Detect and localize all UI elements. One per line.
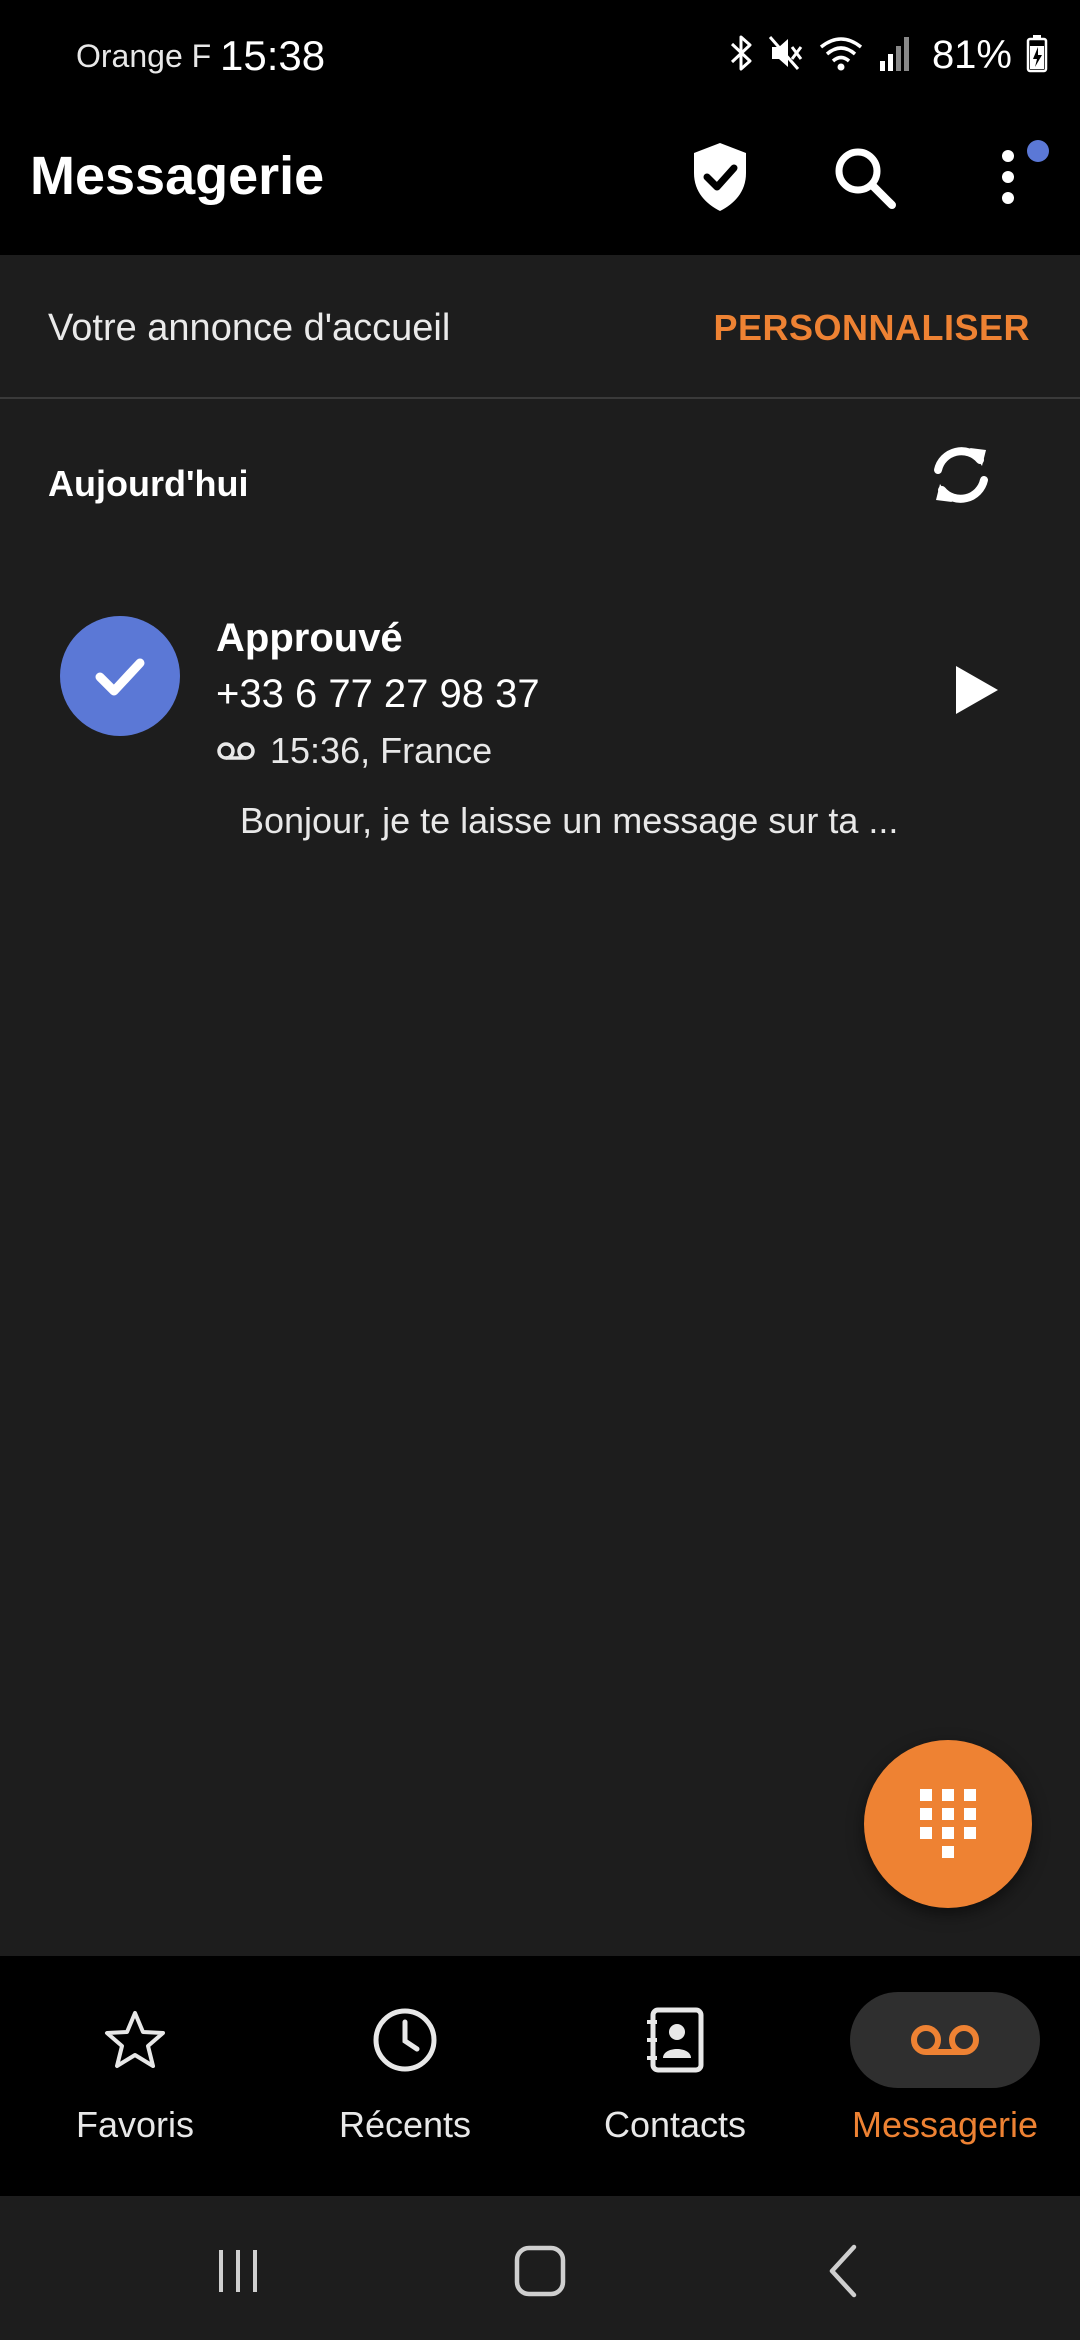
play-icon[interactable]: [952, 662, 1002, 718]
carrier-name: Orange F: [76, 38, 212, 74]
more-vert-icon[interactable]: [995, 143, 1025, 213]
nav-icon-wrap: [40, 1992, 230, 2088]
status-bar: Orange F 15:38 81%: [0, 0, 1080, 115]
shield-check-icon[interactable]: [688, 140, 752, 214]
nav-icon-wrap: [310, 1992, 500, 2088]
voicemail-meta: 15:36, France: [216, 730, 492, 772]
dialpad-button[interactable]: [864, 1740, 1032, 1908]
section-header: Aujourd'hui: [0, 400, 1080, 570]
voicemail-preview: Bonjour, je te laisse un message sur ta …: [240, 800, 899, 841]
nav-label-recents: Récents: [338, 2104, 472, 2145]
status-icons: 81%: [728, 30, 1048, 80]
caller-number: +33 6 77 27 98 37: [216, 672, 540, 716]
caller-name: Approuvé: [216, 616, 403, 660]
home-icon: [514, 2245, 566, 2297]
notification-dot: [1027, 140, 1049, 162]
voicemail-icon: [216, 730, 256, 772]
signal-icon: [878, 33, 912, 78]
recent-apps-icon: [219, 2250, 257, 2292]
wifi-icon: [818, 33, 864, 78]
bluetooth-icon: [728, 33, 754, 78]
contacts-icon: [647, 2007, 704, 2073]
nav-icon-wrap: [580, 1992, 770, 2088]
customize-button[interactable]: PERSONNALISER: [713, 307, 1030, 349]
greeting-label: Votre annonce d'accueil: [48, 307, 451, 349]
search-icon[interactable]: [830, 143, 898, 211]
nav-item-messagerie[interactable]: Messagerie: [810, 1956, 1080, 2196]
battery-icon: [1026, 33, 1048, 78]
app-bar: Messagerie: [0, 115, 1080, 255]
avatar[interactable]: [60, 616, 180, 736]
voicemail-item[interactable]: Approuvé +33 6 77 27 98 37 15:36, France…: [0, 600, 1080, 860]
check-icon: [95, 658, 145, 696]
refresh-icon[interactable]: [926, 440, 996, 510]
page-title: Messagerie: [30, 146, 325, 206]
nav-item-recents[interactable]: Récents: [270, 1956, 540, 2196]
status-time: 15:38: [220, 32, 326, 79]
mute-icon: [768, 33, 804, 78]
nav-label-favoris: Favoris: [75, 2104, 195, 2145]
home-button[interactable]: [500, 2236, 580, 2306]
section-title: Aujourd'hui: [48, 463, 249, 504]
nav-item-favoris[interactable]: Favoris: [0, 1956, 270, 2196]
dialpad-icon: [920, 1789, 976, 1858]
battery-percent: 81%: [931, 32, 1012, 77]
greeting-row[interactable]: Votre annonce d'accueil PERSONNALISER: [0, 255, 1080, 399]
back-button[interactable]: [804, 2236, 884, 2306]
star-icon: [105, 2011, 165, 2068]
clock-icon: [373, 2008, 437, 2072]
back-icon: [829, 2244, 857, 2298]
nav-icon-wrap: [850, 1992, 1040, 2088]
nav-label-contacts: Contacts: [603, 2104, 747, 2145]
voicemail-icon: [911, 2025, 979, 2055]
voicemail-time: 15:36, France: [270, 730, 493, 771]
recent-apps-button[interactable]: [198, 2236, 278, 2306]
nav-item-contacts[interactable]: Contacts: [540, 1956, 810, 2196]
bottom-nav: Favoris Récents Contacts Messagerie: [0, 1956, 1080, 2196]
nav-label-messagerie: Messagerie: [851, 2104, 1039, 2145]
system-navigation: [0, 2196, 1080, 2340]
